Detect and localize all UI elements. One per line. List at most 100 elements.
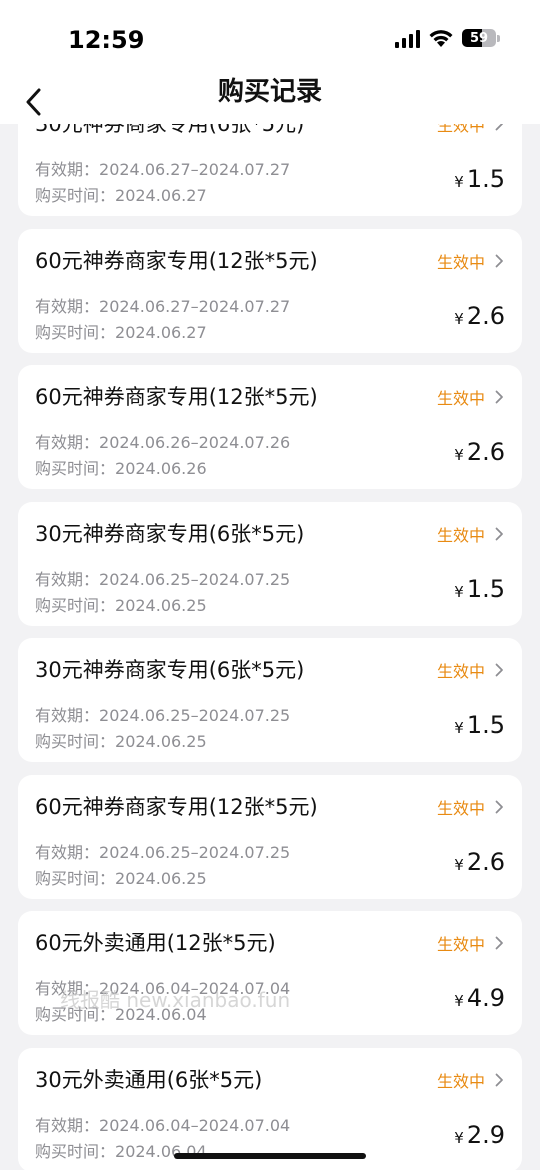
chevron-right-icon — [495, 800, 503, 814]
status-label: 生效中 — [436, 799, 485, 818]
purchase-date: 2024.06.25 — [115, 596, 207, 615]
purchase-date: 2024.06.26 — [115, 459, 207, 478]
purchase-record-card[interactable]: 30元神券商家专用(6张*5元) 生效中有效期：2024.06.25–2024.0… — [18, 638, 522, 762]
record-title: 30元神券商家专用(6张*5元) — [35, 124, 305, 136]
purchase-record-card[interactable]: 30元神券商家专用(6张*5元) 生效中 有效期：2024.06.27–2024.0… — [18, 124, 522, 216]
purchase-record-card[interactable]: 30元外卖通用(6张*5元) 生效中有效期：2024.06.04–2024.07.… — [18, 1048, 522, 1170]
price-amount: 1.5 — [466, 711, 505, 739]
purchase-date: 2024.06.27 — [115, 186, 207, 205]
purchase-time-label: 购买时间： — [35, 1005, 116, 1024]
status-label: 生效中 — [436, 1072, 485, 1091]
price-amount: 2.6 — [466, 302, 505, 330]
currency-symbol: ¥ — [454, 719, 464, 737]
status-label: 生效中 — [436, 389, 485, 408]
purchase-record-card[interactable]: 60元外卖通用(12张*5元) 生效中有效期：2024.06.04–2024.07… — [18, 911, 522, 1035]
record-status[interactable]: 生效中 — [437, 1068, 504, 1092]
record-title: 60元外卖通用(12张*5元) — [35, 931, 276, 955]
validity-label: 有效期： — [35, 979, 100, 998]
chevron-left-icon — [26, 88, 41, 116]
record-price: ¥2.6 — [454, 302, 505, 330]
status-label: 生效中 — [436, 526, 485, 545]
price-amount: 4.9 — [466, 984, 505, 1012]
record-title: 60元神券商家专用(12张*5元) — [35, 249, 318, 273]
purchase-time-label: 购买时间： — [35, 1142, 116, 1161]
validity-row: 有效期：2024.06.04–2024.07.04 — [35, 975, 290, 999]
purchase-record-card[interactable]: 30元神券商家专用(6张*5元) 生效中有效期：2024.06.25–2024.0… — [18, 502, 522, 626]
purchase-time-label: 购买时间： — [35, 732, 116, 751]
status-label: 生效中 — [436, 935, 485, 954]
chevron-right-icon — [495, 390, 503, 404]
page-title: 购买记录 — [217, 77, 322, 107]
chevron-right-icon — [495, 124, 503, 131]
purchase-date: 2024.06.27 — [115, 323, 207, 342]
status-label: 生效中 — [436, 662, 485, 681]
price-amount: 1.5 — [466, 575, 505, 603]
validity-row: 有效期：2024.06.25–2024.07.25 — [35, 566, 290, 590]
validity-period: 2024.06.27–2024.07.27 — [99, 297, 291, 316]
record-price: ¥2.6 — [454, 848, 505, 876]
purchase-record-card[interactable]: 60元神券商家专用(12张*5元) 生效中有效期：2024.06.25–2024.… — [18, 775, 522, 899]
price-amount: 2.6 — [466, 438, 505, 466]
home-indicator — [174, 1153, 366, 1159]
record-status[interactable]: 生效中 — [437, 658, 504, 682]
record-price: ¥2.9 — [454, 1121, 505, 1149]
validity-period: 2024.06.04–2024.07.04 — [99, 979, 291, 998]
record-status[interactable]: 生效中 — [437, 249, 504, 273]
purchase-time-row: 购买时间：2024.06.25 — [35, 728, 207, 752]
price-amount: 2.9 — [466, 1121, 505, 1149]
status-label: 生效中 — [436, 124, 485, 135]
record-status[interactable]: 生效中 — [437, 931, 504, 955]
status-bar: 12:59 59 — [0, 0, 540, 80]
record-title: 30元神券商家专用(6张*5元) — [35, 658, 305, 682]
validity-label: 有效期： — [35, 706, 100, 725]
validity-period: 2024.06.25–2024.07.25 — [99, 570, 291, 589]
record-status[interactable]: 生效中 — [437, 385, 504, 409]
validity-row: 有效期：2024.06.04–2024.07.04 — [35, 1112, 290, 1136]
battery-icon: 59 — [462, 29, 500, 47]
currency-symbol: ¥ — [454, 992, 464, 1010]
currency-symbol: ¥ — [454, 446, 464, 464]
status-time: 12:59 — [68, 26, 145, 54]
purchase-time-label: 购买时间： — [35, 869, 116, 888]
wifi-icon — [429, 30, 453, 47]
navigation-bar: 购买记录 — [0, 77, 540, 124]
record-title: 30元外卖通用(6张*5元) — [35, 1068, 263, 1092]
record-title: 60元神券商家专用(12张*5元) — [35, 795, 318, 819]
validity-period: 2024.06.25–2024.07.25 — [99, 706, 291, 725]
record-price: ¥1.5 — [454, 575, 505, 603]
validity-row: 有效期：2024.06.25–2024.07.25 — [35, 839, 290, 863]
purchase-date: 2024.06.25 — [115, 869, 207, 888]
record-title: 60元神券商家专用(12张*5元) — [35, 385, 318, 409]
record-status[interactable]: 生效中 — [437, 795, 504, 819]
status-icons: 59 — [395, 28, 500, 48]
validity-row: 有效期：2024.06.25–2024.07.25 — [35, 702, 290, 726]
chevron-right-icon — [495, 1073, 503, 1087]
validity-period: 2024.06.04–2024.07.04 — [99, 1116, 291, 1135]
record-status[interactable]: 生效中 — [437, 522, 504, 546]
status-label: 生效中 — [436, 253, 485, 272]
chevron-right-icon — [495, 936, 503, 950]
chevron-right-icon — [495, 663, 503, 677]
price-amount: 2.6 — [466, 848, 505, 876]
validity-label: 有效期： — [35, 843, 100, 862]
purchase-record-list[interactable]: 30元神券商家专用(6张*5元) 生效中 有效期：2024.06.27–2024.0… — [0, 124, 540, 1170]
record-price: ¥1.5 — [454, 165, 505, 193]
purchase-record-card[interactable]: 60元神券商家专用(12张*5元) 生效中 有效期：2024.06.27–2024.… — [18, 229, 522, 353]
purchase-time-label: 购买时间： — [35, 323, 116, 342]
record-price: ¥1.5 — [454, 711, 505, 739]
purchase-time-row: 购买时间：2024.06.27 — [35, 319, 207, 343]
price-amount: 1.5 — [466, 165, 505, 193]
currency-symbol: ¥ — [454, 856, 464, 874]
validity-period: 2024.06.26–2024.07.26 — [99, 433, 291, 452]
record-price: ¥2.6 — [454, 438, 505, 466]
validity-label: 有效期： — [35, 1116, 100, 1135]
validity-label: 有效期： — [35, 160, 100, 179]
back-button[interactable] — [16, 80, 52, 124]
purchase-time-row: 购买时间：2024.06.04 — [35, 1001, 207, 1025]
purchase-record-card[interactable]: 60元神券商家专用(12张*5元) 生效中 有效期：2024.06.26–2024.… — [18, 365, 522, 489]
cellular-signal-icon — [395, 28, 420, 48]
purchase-time-row: 购买时间：2024.06.25 — [35, 865, 207, 889]
record-status[interactable]: 生效中 — [437, 124, 504, 136]
record-title: 30元神券商家专用(6张*5元) — [35, 522, 305, 546]
validity-label: 有效期： — [35, 570, 100, 589]
